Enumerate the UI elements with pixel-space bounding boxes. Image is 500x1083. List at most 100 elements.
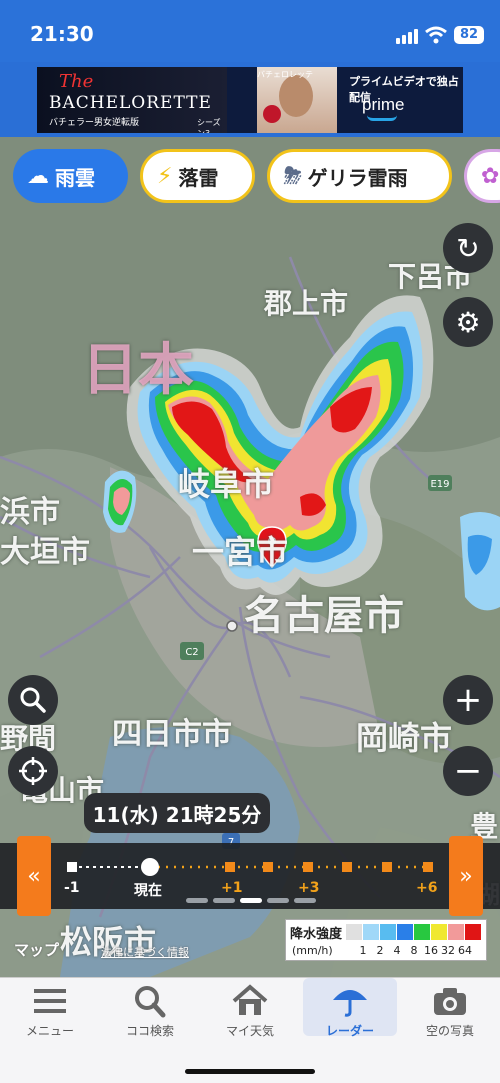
tab-bar: メニュー ココ検索 マイ天気 レーダー 空の写真 [0,977,500,1083]
signal-icon [396,28,418,44]
legal-link[interactable]: 法律に基づく情報 [101,944,189,960]
legend-value: 8 [410,944,418,957]
pager-dot [213,898,235,903]
thunderstorm-icon: ⛈ [284,163,302,189]
tab-radar-label: レーダー [325,1024,374,1038]
tab-sky-photos[interactable]: 空の写真 [400,978,500,1048]
search-button[interactable] [8,675,58,725]
tab-search[interactable]: ココ検索 [100,978,200,1048]
ad-banner[interactable]: The BACHELORETTE バチェラー男女逆転版 シーズン3 バチェロレッ… [37,67,463,133]
home-indicator [185,1069,315,1074]
place-ogaki: 大垣市 [0,535,90,570]
timeline-label-plus1: +1 [221,880,243,896]
legend-value: 16 [424,944,438,957]
legend-swatch [397,924,413,940]
tab-search-label: ココ検索 [125,1024,174,1038]
menu-icon [34,989,66,1013]
double-chevron-right-icon: » [459,863,473,889]
plus-icon: + [453,680,483,720]
tab-menu[interactable]: メニュー [0,978,100,1048]
legend-value: 64 [458,944,472,957]
layer-chip-rain[interactable]: ☁ 雨雲 [13,149,128,203]
svg-text:E19: E19 [430,479,449,490]
typhoon-icon: ✿ [481,163,500,189]
minus-icon: − [453,751,483,791]
status-bar: 21:30 82 [0,0,500,62]
timeline-label-now: 現在 [134,883,162,899]
ad-logo-area: The BACHELORETTE バチェラー男女逆転版 シーズン3 [37,67,227,133]
ad-season: シーズン3 [197,118,221,133]
rain-cloud-icon: ☁ [27,163,49,189]
pager-dot [267,898,289,903]
tab-menu-label: メニュー [25,1024,74,1038]
svg-text:C2: C2 [185,647,198,658]
battery-indicator: 82 [454,26,484,44]
timeline-label-plus3: +3 [298,880,320,896]
ad-logo-the: The [59,71,94,92]
pager-dot-active [240,898,262,903]
tab-my-weather[interactable]: マイ天気 [200,978,300,1048]
place-okazaki: 岡崎市 [356,719,453,757]
legend-swatch [380,924,396,940]
settings-button[interactable]: ⚙ [443,297,493,347]
layer-chip-lightning-label: 落雷 [178,165,219,190]
place-hama: 浜市 [0,495,60,530]
legend-value: 1 [359,944,367,957]
legend-value: 4 [393,944,401,957]
lightning-icon: ⚡ [157,163,173,189]
wifi-icon [425,26,447,44]
timeline-label-plus6: +6 [416,880,438,896]
road-badge-c2: C2 [180,642,204,660]
ad-logo-kana: バチェロレッテ [257,70,313,79]
place-nihon: 日本 [82,338,194,403]
layer-chip-guerrilla[interactable]: ⛈ ゲリラ雷雨 [267,149,452,203]
legend-title: 降水強度 [290,927,343,942]
layer-chip-rain-label: 雨雲 [55,165,95,190]
ad-brand-smile [367,115,397,121]
tab-radar[interactable]: レーダー [300,978,400,1048]
place-gujo: 郡上市 [264,287,349,320]
apple-maps-label: マップ [14,941,60,959]
place-yokkaichi: 四日市市 [112,717,232,752]
search-icon [20,687,46,713]
gear-icon: ⚙ [455,305,481,339]
legend-swatch [448,924,464,940]
place-ichinomiya: 一宮市 [192,533,289,571]
refresh-button[interactable]: ↻ [443,223,493,273]
road-badge-e19: E19 [428,475,452,491]
legend-value: 2 [376,944,384,957]
search-icon [135,986,166,1018]
timeline-label-minus1: -1 [64,880,80,896]
pager-dot [294,898,316,903]
tab-sky-photos-label: 空の写真 [425,1024,474,1038]
double-chevron-left-icon: « [27,863,41,889]
legend-swatch [465,924,481,940]
precipitation-legend: 降水強度 (mm/h) 1 2 4 8 16 32 64 [285,919,487,961]
timeline-forward-button[interactable]: » [449,836,483,916]
legend-unit: (mm/h) [292,944,333,957]
ad-logo-title: BACHELORETTE [49,93,212,113]
current-location-button[interactable] [8,746,58,796]
camera-icon [434,988,466,1015]
layer-chip-lightning[interactable]: ⚡ 落雷 [140,149,255,203]
home-icon [232,984,268,1015]
legend-swatch [431,924,447,940]
pager-dot [186,898,208,903]
tab-my-weather-label: マイ天気 [225,1024,274,1038]
timeline-back-button[interactable]: « [17,836,51,916]
umbrella-icon [333,990,367,1017]
legend-swatch [414,924,430,940]
layer-chip-guerrilla-label: ゲリラ雷雨 [307,165,408,190]
ad-subtitle: バチェラー男女逆転版 [49,118,140,128]
place-nagoya: 名古屋市 [244,593,404,639]
status-time: 21:30 [30,22,94,46]
legend-swatch [363,924,379,940]
zoom-out-button[interactable]: − [443,746,493,796]
crosshair-icon [19,757,47,785]
legend-swatch [346,924,362,940]
apple-maps-logo[interactable]: マップ [14,939,59,960]
ad-brand: prime [362,95,405,114]
place-gifu: 岐阜市 [178,465,275,503]
zoom-in-button[interactable]: + [443,675,493,725]
refresh-icon: ↻ [456,231,480,265]
